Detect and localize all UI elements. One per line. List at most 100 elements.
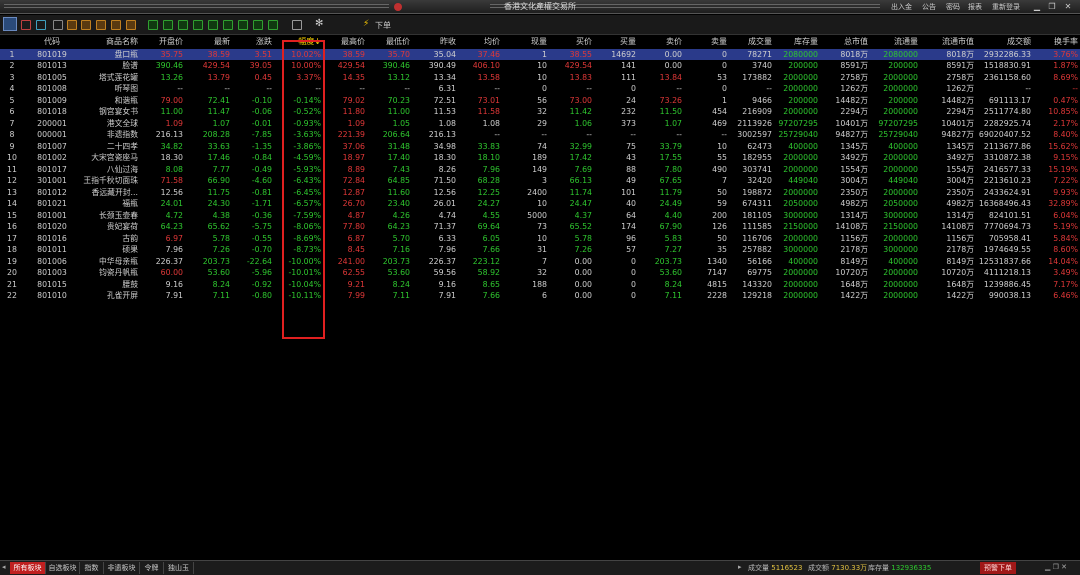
- table-row[interactable]: 21 801015 腰鼓 9.16 8.24 -0.92 -10.04% 9.21 8.24 9.…: [0, 279, 1080, 291]
- tool-icon-1[interactable]: [67, 20, 77, 30]
- settings-gear-icon[interactable]: ✻: [315, 19, 325, 29]
- col-header-ask[interactable]: 卖价: [640, 36, 682, 48]
- cell-change: 39.05: [249, 61, 272, 70]
- table-row[interactable]: 4 801008 听琴图 -- -- -- -- -- -- 6.31 -- 0 -- 0 -- 0 -- 200…: [0, 83, 1080, 95]
- close-button[interactable]: ✕: [1062, 1, 1074, 12]
- table-row[interactable]: 16 801020 贵妃宴荷 64.23 65.62 -5.75 -8.06% 77.80 64…: [0, 221, 1080, 233]
- col-header-bid[interactable]: 买价: [550, 36, 592, 48]
- minimize-button[interactable]: ▁: [1031, 1, 1043, 12]
- col-header-open[interactable]: 开盘价: [141, 36, 183, 48]
- order-button[interactable]: 下单: [375, 20, 391, 31]
- table-row[interactable]: 9 801007 二十四孝 34.82 33.63 -1.35 -3.86% 37.06 31.…: [0, 141, 1080, 153]
- tool-icon-2[interactable]: [81, 20, 91, 30]
- table-row[interactable]: 1 801019 盘口瓶 35.75 38.59 3.51 10.02% 38.59 35.70…: [0, 48, 1080, 60]
- tool-icon-10[interactable]: [208, 20, 218, 30]
- alert-order-button[interactable]: 预警下单: [980, 562, 1016, 574]
- col-header-change-pct[interactable]: 幅度↓: [277, 36, 321, 48]
- col-header-float-cap[interactable]: 流通市值: [920, 36, 974, 48]
- kline-icon[interactable]: [21, 20, 31, 30]
- tool-icon-3[interactable]: [96, 20, 106, 30]
- password-link[interactable]: 密码: [946, 2, 960, 12]
- tool-icon-6[interactable]: [148, 20, 158, 30]
- table-row[interactable]: 12 301001 王指千秋切面珠 71.58 66.90 -4.60 -6.43% 72.8…: [0, 175, 1080, 187]
- tab-token[interactable]: 令牌: [140, 562, 164, 574]
- tool-icon-4[interactable]: [111, 20, 121, 30]
- table-row[interactable]: 22 801010 孔雀开屏 7.91 7.11 -0.80 -10.11% 7.99 7.11…: [0, 290, 1080, 302]
- col-header-name[interactable]: 商品名称: [78, 36, 138, 48]
- tab-heritage-board[interactable]: 非遗板块: [104, 562, 140, 574]
- cell-row-num: 3: [9, 72, 15, 82]
- table-row[interactable]: 6 801018 钢宫宴女书 11.00 11.47 -0.06 -0.52% 11.80 11…: [0, 106, 1080, 118]
- tool-icon-12[interactable]: [238, 20, 248, 30]
- col-header-prev-close[interactable]: 昨收: [412, 36, 456, 48]
- tool-icon-13[interactable]: [253, 20, 263, 30]
- col-header-cur-vol[interactable]: 现量: [505, 36, 547, 48]
- tool-icon-9[interactable]: [193, 20, 203, 30]
- cell-avg: 24.27: [477, 199, 500, 208]
- scroll-left-icon[interactable]: ◂: [2, 563, 6, 571]
- col-header-amount[interactable]: 成交额: [977, 36, 1031, 48]
- report-link[interactable]: 报表: [968, 2, 982, 12]
- col-header-stock[interactable]: 库存量: [776, 36, 818, 48]
- table-row[interactable]: 3 801005 塔式莲花罐 13.26 13.79 0.45 3.37% 14.35 13.1…: [0, 72, 1080, 84]
- announcement-link[interactable]: 公告: [922, 2, 936, 12]
- col-header-last[interactable]: 最新: [186, 36, 230, 48]
- tool-icon-5[interactable]: [126, 20, 136, 30]
- cell-bid: 0.00: [574, 291, 592, 300]
- table-row[interactable]: 5 801009 和谐瓶 79.00 72.41 -0.10 -0.14% 79.02 70.2…: [0, 95, 1080, 107]
- cell-name: 听琴图: [114, 84, 138, 93]
- cell-ask: --: [676, 130, 682, 139]
- cell-last: 72.41: [207, 95, 230, 105]
- table-row[interactable]: 15 801001 长颈玉壶春 4.72 4.38 -0.36 -7.59% 4.87 4.26…: [0, 210, 1080, 222]
- bar-chart-icon[interactable]: [36, 20, 46, 30]
- tool-icon-8[interactable]: [178, 20, 188, 30]
- tab-favorites[interactable]: 自选板块: [46, 562, 80, 574]
- tab-dushan-jade[interactable]: 独山玉: [164, 562, 194, 574]
- table-row[interactable]: 10 801002 大宋宫瓷座马 18.30 17.46 -0.84 -4.59% 18.97…: [0, 152, 1080, 164]
- table-row[interactable]: 17 801016 古韵 6.97 5.78 -0.55 -8.69% 6.87 5.70 6.3…: [0, 233, 1080, 245]
- col-header-turnover[interactable]: 换手率: [1034, 36, 1078, 48]
- col-header-ask-vol[interactable]: 卖量: [685, 36, 727, 48]
- cell-last: 33.63: [207, 141, 230, 151]
- bottom-window-controls[interactable]: ▁ ❐ ✕: [1045, 563, 1067, 571]
- tab-all-boards[interactable]: 所有板块: [10, 562, 46, 574]
- col-header-code[interactable]: 代码: [30, 36, 74, 48]
- col-header-market-cap[interactable]: 总市值: [822, 36, 868, 48]
- col-header-volume[interactable]: 成交量: [730, 36, 772, 48]
- tool-icon-7[interactable]: [163, 20, 173, 30]
- tool-icon-15[interactable]: [292, 20, 302, 30]
- maximize-button[interactable]: ❐: [1046, 1, 1058, 12]
- cell-market-cap: 2758万: [840, 72, 868, 82]
- cell-open: 64.23: [160, 222, 183, 231]
- cell-change: 0.45: [254, 72, 272, 82]
- table-row[interactable]: 2 801013 脸谱 390.46 429.54 39.05 10.00% 429.54 39…: [0, 60, 1080, 72]
- table-row[interactable]: 7 200001 港文全球 1.09 1.07 -0.01 -0.93% 1.09 1.05 1.…: [0, 118, 1080, 130]
- col-header-low[interactable]: 最低价: [368, 36, 410, 48]
- cell-ask: 11.50: [659, 107, 682, 116]
- scroll-right-icon[interactable]: ▸: [738, 563, 742, 571]
- col-header-float[interactable]: 流通量: [872, 36, 918, 48]
- tool-icon-14[interactable]: [268, 20, 278, 30]
- cell-stock: 2000000: [783, 268, 818, 277]
- table-row[interactable]: 8 000001 非遗指数 216.13 208.28 -7.85 -3.63% 221.39…: [0, 129, 1080, 141]
- cell-avg: 8.65: [482, 279, 500, 289]
- tool-icon-11[interactable]: [223, 20, 233, 30]
- col-header-avg[interactable]: 均价: [458, 36, 500, 48]
- table-row[interactable]: 11 801017 八仙过海 8.08 7.77 -0.49 -5.93% 8.89 7.43 8…: [0, 164, 1080, 176]
- quote-chart-icon[interactable]: [3, 17, 17, 31]
- cell-code: 801015: [37, 279, 67, 289]
- list-icon[interactable]: [53, 20, 63, 30]
- table-row[interactable]: 14 801021 福瓶 24.01 24.30 -1.71 -6.57% 26.70 23.4…: [0, 198, 1080, 210]
- relogin-link[interactable]: 重新登录: [992, 2, 1020, 12]
- col-header-high[interactable]: 最高价: [325, 36, 365, 48]
- table-row[interactable]: 13 801012 香远藏开封... 12.56 11.75 -0.81 -6.45% 12.…: [0, 187, 1080, 199]
- table-row[interactable]: 20 801003 钧瓷丹帆瓶 60.00 53.60 -5.96 -10.01% 62.55…: [0, 267, 1080, 279]
- cell-market-cap: 1422万: [840, 291, 868, 300]
- table-row[interactable]: 18 801011 硕果 7.96 7.26 -0.70 -8.73% 8.45 7.16 7.9…: [0, 244, 1080, 256]
- tab-index[interactable]: 指数: [80, 562, 104, 574]
- cell-market-cap: 8591万: [840, 61, 868, 70]
- col-header-change[interactable]: 涨跌: [232, 36, 272, 48]
- col-header-bid-vol[interactable]: 买量: [596, 36, 636, 48]
- table-row[interactable]: 19 801006 中华母亲瓶 226.37 203.73 -22.64 -10.00% 24…: [0, 256, 1080, 268]
- deposit-withdraw-link[interactable]: 出入金: [891, 2, 912, 12]
